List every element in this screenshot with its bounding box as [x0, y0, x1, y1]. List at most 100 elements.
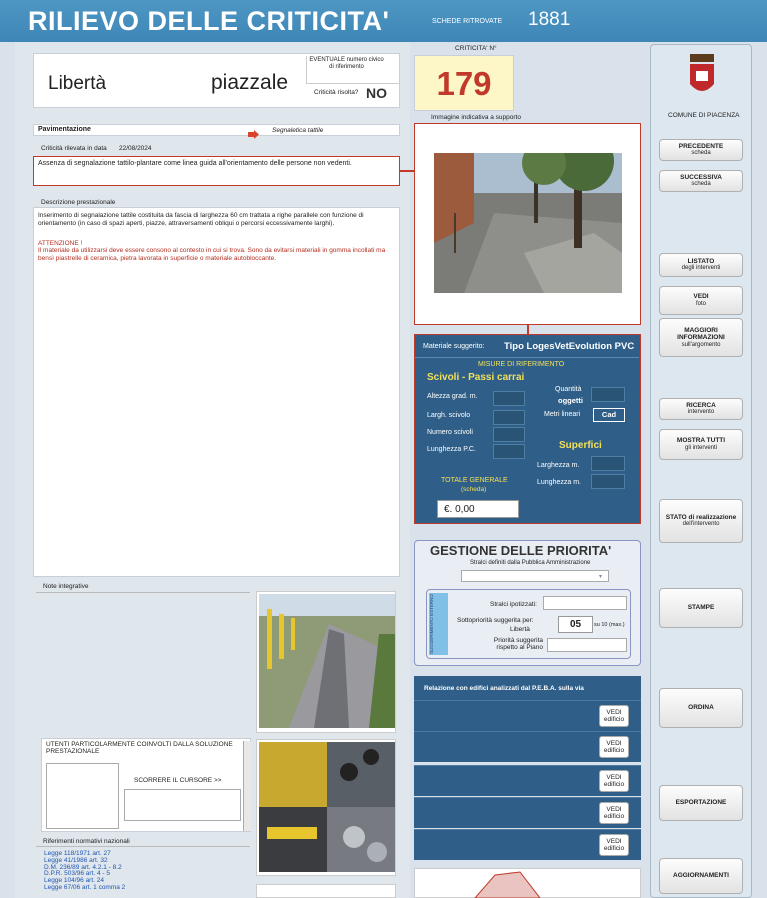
superfici-title: Superfici: [559, 440, 602, 451]
scrollbar[interactable]: [243, 741, 251, 831]
photo-tactile-path[interactable]: [256, 591, 396, 733]
sidebar-button-maggiori-informazioni[interactable]: MAGGIORI INFORMAZIONI sull'argomento: [659, 318, 743, 357]
quantita-field[interactable]: [591, 387, 625, 402]
category-sub[interactable]: Segnaletica tattile: [272, 127, 323, 134]
cad-value[interactable]: Cad: [593, 408, 625, 422]
quantita-label: Quantità: [555, 386, 582, 393]
relation-row: VEDI edificio: [414, 765, 641, 796]
sidebar-button-vedi[interactable]: VEDI foto: [659, 286, 743, 315]
suggerimento-tag: SUGGERIMENTO ESTERNO: [429, 593, 448, 655]
metri-label: Metri lineari: [544, 411, 581, 418]
page-title: RILIEVO DELLE CRITICITA': [28, 6, 390, 36]
vedi-label: VEDI: [606, 708, 622, 716]
material-label: Materiale suggerito:: [423, 343, 485, 350]
lunghezza-label: Lunghezza m.: [537, 479, 581, 486]
vedi-label: VEDI: [606, 739, 622, 747]
comune-logo: [688, 54, 716, 98]
ipotizzati-field[interactable]: [543, 596, 627, 610]
warning-title: ATTENZIONE !: [38, 239, 83, 247]
users-title: UTENTI PARTICOLARMENTE COINVOLTI DALLA S…: [46, 741, 233, 756]
numero-field[interactable]: [493, 427, 525, 442]
image-caption: Immagine indicativa a supporto: [431, 114, 521, 121]
largh-field[interactable]: [493, 410, 525, 425]
users-box: UTENTI PARTICOLARMENTE COINVOLTI DALLA S…: [41, 738, 251, 832]
notes-label: Note integrative: [43, 583, 89, 590]
altezza-label: Altezza grad. m.: [427, 393, 478, 400]
larghezza-field[interactable]: [591, 456, 625, 471]
altezza-field[interactable]: [493, 391, 525, 406]
vedi-label: VEDI: [606, 773, 622, 781]
users-list[interactable]: [46, 763, 119, 829]
notes-area[interactable]: [36, 592, 250, 734]
problem-text[interactable]: Assenza di segnalazione tattilo-plantare…: [33, 156, 400, 186]
button-sublabel: foto: [695, 300, 706, 307]
piano-field[interactable]: [547, 638, 627, 652]
scroll-hint: SCORRERE IL CURSORE >>: [134, 777, 222, 784]
connector-line: [400, 170, 414, 172]
priority-title: GESTIONE DELLE PRIORITA': [430, 543, 612, 558]
button-sublabel: sull'argomento: [681, 341, 721, 348]
button-label: SUCCESSIVA: [680, 173, 722, 181]
material-value[interactable]: Tipo LogesVetEvolution PVC: [504, 341, 634, 352]
detection-date: 22/08/2024: [119, 145, 152, 152]
edificio-label: edificio: [603, 747, 625, 754]
numero-label: Numero scivoli: [427, 429, 473, 436]
warning-text: Il materiale da utilizzarsi deve essere …: [38, 247, 386, 263]
sidebar-button-ricerca[interactable]: RICERCA intervento: [659, 398, 743, 420]
sotto-label: Sottopriorità suggerita per:: [457, 617, 534, 624]
totale-label: TOTALE GENERALE: [441, 477, 508, 484]
button-sublabel: dell'intervento: [682, 521, 720, 528]
sidebar-button-listato[interactable]: LISTATO degli interventi: [659, 253, 743, 277]
stralci-select[interactable]: ▾: [461, 570, 609, 582]
sidebar-button-successiva[interactable]: SUCCESSIVA scheda: [659, 170, 743, 192]
lunghezza-field[interactable]: [591, 474, 625, 489]
button-label: LISTATO: [687, 257, 715, 265]
sidebar-button-ordina[interactable]: ORDINA: [659, 688, 743, 728]
risolta-value[interactable]: NO: [366, 85, 387, 101]
sidebar-button-esportazione[interactable]: ESPORTAZIONE: [659, 785, 743, 821]
edificio-label: edificio: [603, 845, 625, 852]
button-sublabel: intervento: [687, 409, 715, 416]
vedi-edificio-button[interactable]: VEDI edificio: [599, 705, 629, 727]
sidebar-button-stampe[interactable]: STAMPE: [659, 588, 743, 628]
street-type[interactable]: piazzale: [211, 71, 288, 95]
button-label: AGGIORNAMENTI: [673, 872, 729, 880]
material-panel: Materiale suggerito: Tipo LogesVetEvolut…: [414, 334, 641, 524]
criticita-number: 179: [414, 55, 514, 111]
photo-tactile-tiles[interactable]: [256, 739, 396, 876]
relations-title: Relazione con edifici analizzati dal P.E…: [424, 685, 584, 692]
scivoli-title: Scivoli - Passi carrai: [427, 372, 525, 383]
comune-name: COMUNE DI PIACENZA: [668, 112, 740, 119]
vedi-edificio-button[interactable]: VEDI edificio: [599, 802, 629, 824]
button-label: ESPORTAZIONE: [675, 799, 727, 807]
stralci-label: Stralci definiti dalla Pubblica Amminist…: [470, 560, 591, 566]
vedi-label: VEDI: [606, 805, 622, 813]
map-thumbnail[interactable]: [414, 868, 641, 898]
sidebar-button-aggiornamenti[interactable]: AGGIORNAMENTI: [659, 858, 743, 894]
civico-label: EVENTUALE numero civico di riferimento: [306, 56, 400, 84]
street-photo[interactable]: [434, 153, 622, 293]
street-name[interactable]: Libertà: [48, 73, 106, 95]
photo-partial[interactable]: [256, 884, 396, 898]
lunghezza-pc-label: Lunghezza P.C.: [427, 446, 476, 453]
vedi-edificio-button[interactable]: VEDI edificio: [599, 834, 629, 856]
sidebar-button-mostra-tutti[interactable]: MOSTRA TUTTI gli interventi: [659, 429, 743, 460]
criticita-label: CRITICITA' N°: [455, 45, 497, 52]
vedi-edificio-button[interactable]: VEDI edificio: [599, 736, 629, 758]
ref-item[interactable]: Legge 67/06 art. 1 comma 2: [44, 884, 125, 892]
vedi-edificio-button[interactable]: VEDI edificio: [599, 770, 629, 792]
sotto-value[interactable]: 05: [558, 616, 593, 633]
description-box[interactable]: Inserimento di segnalazione tattile cost…: [33, 207, 400, 577]
button-label: STAMPE: [687, 604, 715, 612]
button-sublabel: gli interventi: [684, 444, 717, 451]
edificio-label: edificio: [603, 716, 625, 723]
refs-label: Riferimenti normativi nazionali: [43, 838, 130, 845]
lunghezza-pc-field[interactable]: [493, 444, 525, 459]
su10-label: su 10 (max.): [594, 622, 625, 628]
chevron-down-icon: ▾: [599, 574, 603, 580]
sidebar-button-stato-di-realizzazione[interactable]: STATO di realizzazione dell'intervento: [659, 499, 743, 543]
button-label: STATO di realizzazione: [665, 513, 737, 521]
sidebar-button-precedente[interactable]: PRECEDENTE scheda: [659, 139, 743, 161]
users-detail[interactable]: [124, 789, 241, 821]
category-main[interactable]: Pavimentazione: [38, 126, 91, 133]
